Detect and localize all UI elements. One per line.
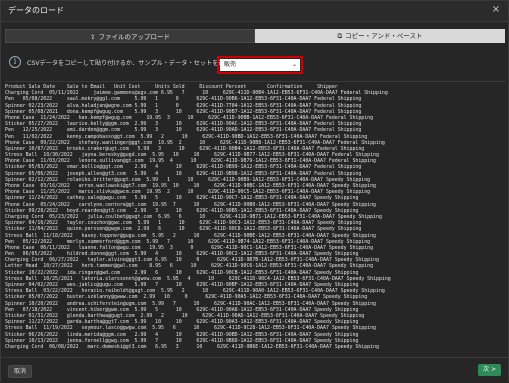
info-icon: i: [9, 56, 21, 68]
sample-dataset-value: 販売: [224, 61, 237, 68]
load-data-dialog: データのロード × ⇪ ファイルのアップロード ⧉ コピー・アンド・ペースト i C…: [0, 0, 509, 383]
dialog-footer: 取消 次 >: [1, 357, 508, 383]
upload-file-icon: ⇪: [90, 33, 96, 41]
sample-dataset-highlight: 販売 ⌄: [217, 56, 303, 74]
source-tabs: ⇪ ファイルのアップロード ⧉ コピー・アンド・ペースト: [5, 29, 505, 43]
csv-data-row: Charging Cord 06/08/2022 marc.demeski@gt…: [5, 343, 379, 350]
next-button[interactable]: 次 >: [478, 364, 501, 376]
close-icon[interactable]: ×: [490, 4, 502, 16]
tab-copy-paste[interactable]: ⧉ コピー・アンド・ペースト: [255, 29, 505, 43]
divider: [5, 81, 505, 82]
tab-upload-file[interactable]: ⇪ ファイルのアップロード: [5, 29, 255, 43]
tab-copy-paste-label: コピー・アンド・ペースト: [345, 32, 423, 40]
sample-dataset-select[interactable]: 販売 ⌄: [220, 59, 300, 71]
cancel-button[interactable]: 取消: [8, 365, 32, 378]
copy-paste-icon: ⧉: [337, 32, 343, 40]
dialog-title: データのロード: [8, 6, 64, 15]
tab-upload-file-label: ファイルのアップロード: [98, 33, 170, 41]
dialog-titlebar: データのロード ×: [1, 1, 508, 22]
csv-data-textarea[interactable]: Product Sale Date Sale to Email Unit Cos…: [5, 84, 505, 354]
chevron-down-icon: ⌄: [291, 61, 297, 68]
